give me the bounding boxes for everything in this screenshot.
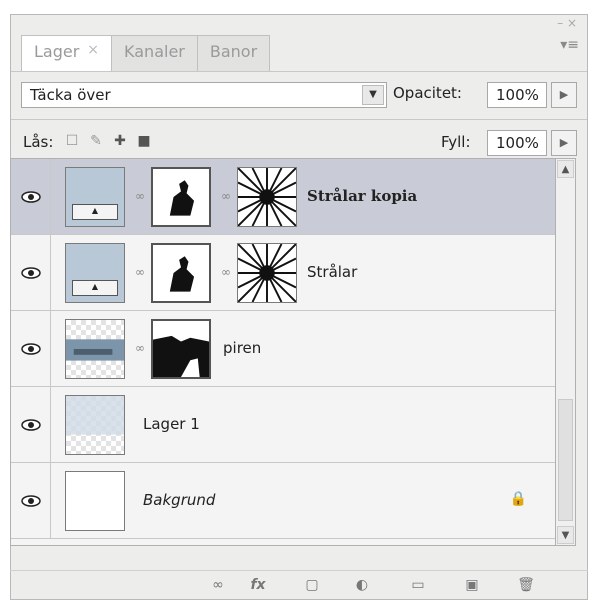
lock-image-icon[interactable]: ✎ xyxy=(87,132,105,150)
layer-name[interactable]: Bakgrund xyxy=(143,491,215,509)
blend-mode-value: Täcka över xyxy=(30,86,111,104)
close-icon[interactable]: × xyxy=(87,42,99,71)
panel-tabs: Lager × Kanaler Banor xyxy=(21,35,271,71)
tab-label: Banor xyxy=(209,42,258,61)
scroll-down-icon[interactable]: ▼ xyxy=(557,526,574,544)
tab-lager[interactable]: Lager × xyxy=(21,35,113,71)
lock-icon: 🔒 xyxy=(509,491,527,507)
link-icon[interactable]: ∞ xyxy=(135,265,145,281)
chevron-down-icon[interactable]: ▼ xyxy=(362,85,384,105)
image-thumbnail[interactable] xyxy=(65,395,125,455)
link-icon[interactable]: ∞ xyxy=(135,189,145,205)
link-icon[interactable]: ∞ xyxy=(221,265,231,281)
image-thumbnail[interactable] xyxy=(65,319,125,379)
tab-kanaler[interactable]: Kanaler xyxy=(111,35,198,71)
rays-thumbnail[interactable] xyxy=(237,243,297,303)
link-icon[interactable]: ∞ xyxy=(221,189,231,205)
fill-input[interactable]: 100% xyxy=(487,130,547,156)
lock-position-icon[interactable]: ✚ xyxy=(111,132,129,150)
eye-icon[interactable] xyxy=(11,387,51,462)
layer-row[interactable]: Lager 1 xyxy=(11,387,555,463)
scroll-up-icon[interactable]: ▲ xyxy=(557,160,574,178)
layer-name[interactable]: piren xyxy=(223,339,261,357)
layers-list: ▲ ∞ ∞ Strålar kopia ▲ ∞ ∞ Strålar ∞ pire… xyxy=(10,158,556,546)
rays-thumbnail[interactable] xyxy=(237,167,297,227)
panel-collapse-icon[interactable]: – × xyxy=(557,17,577,29)
eye-icon[interactable] xyxy=(11,159,51,234)
adjustment-thumbnail[interactable]: ▲ xyxy=(65,243,125,303)
opacity-value: 100% xyxy=(496,86,539,104)
opacity-input[interactable]: 100% xyxy=(487,82,547,108)
eye-icon[interactable] xyxy=(11,463,51,538)
lock-all-icon[interactable]: ■ xyxy=(135,132,153,150)
tab-label: Kanaler xyxy=(124,42,185,61)
eye-icon[interactable] xyxy=(11,235,51,310)
panel-menu-icon[interactable]: ▾≡ xyxy=(560,37,579,53)
eye-icon[interactable] xyxy=(11,311,51,386)
link-icon[interactable]: ∞ xyxy=(135,341,145,357)
opacity-label: Opacitet: xyxy=(393,84,462,102)
lock-label: Lås: xyxy=(23,133,54,151)
fill-slider-arrow-icon[interactable]: ▶ xyxy=(551,130,577,156)
image-thumbnail[interactable] xyxy=(65,471,125,531)
adjustment-thumbnail[interactable]: ▲ xyxy=(65,167,125,227)
opacity-slider-arrow-icon[interactable]: ▶ xyxy=(551,82,577,108)
scroll-thumb[interactable] xyxy=(558,399,573,521)
layer-row[interactable]: Bakgrund 🔒 xyxy=(11,463,555,539)
fill-value: 100% xyxy=(496,134,539,152)
layer-name[interactable]: Lager 1 xyxy=(143,415,200,433)
layer-row[interactable]: ▲ ∞ ∞ Strålar xyxy=(11,235,555,311)
layer-row[interactable]: ∞ piren xyxy=(11,311,555,387)
blend-mode-select[interactable]: Täcka över ▼ xyxy=(21,82,387,108)
fill-label: Fyll: xyxy=(441,133,471,151)
tab-label: Lager xyxy=(34,42,80,61)
layer-name[interactable]: Strålar kopia xyxy=(307,187,417,205)
mask-thumbnail[interactable] xyxy=(151,319,211,379)
layer-name[interactable]: Strålar xyxy=(307,263,357,281)
lock-transparent-icon[interactable]: ☐ xyxy=(63,132,81,150)
mask-thumbnail[interactable] xyxy=(151,243,211,303)
blend-row: Täcka över ▼ Opacitet: 100% ▶ xyxy=(11,71,587,116)
layer-row[interactable]: ▲ ∞ ∞ Strålar kopia xyxy=(11,159,555,235)
tab-banor[interactable]: Banor xyxy=(196,35,271,71)
mask-thumbnail[interactable] xyxy=(151,167,211,227)
scrollbar[interactable]: ▲ ▼ xyxy=(556,158,576,546)
